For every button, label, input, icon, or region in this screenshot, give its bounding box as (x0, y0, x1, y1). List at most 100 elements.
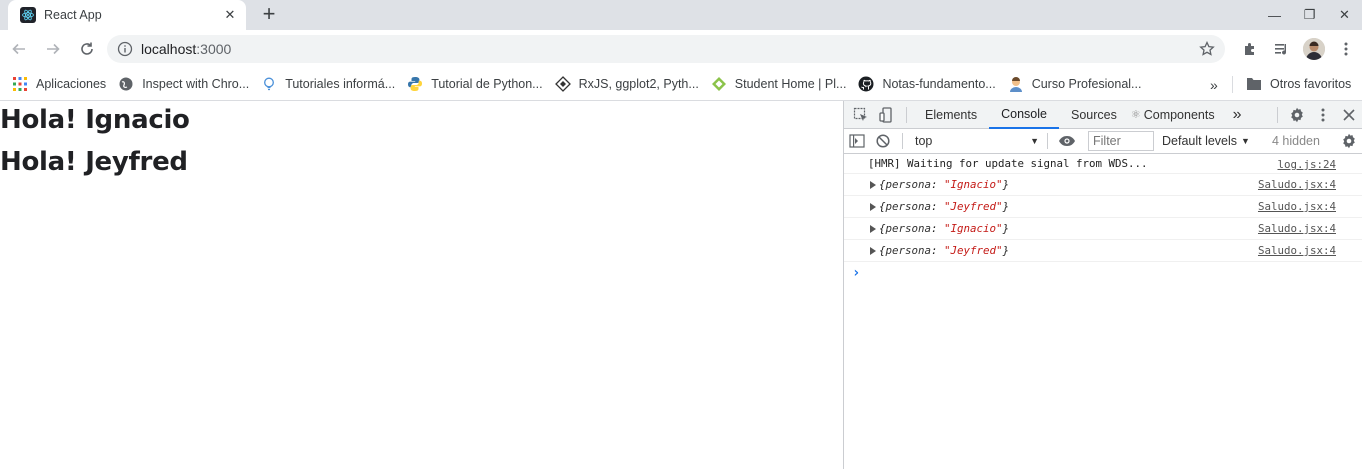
console-filter-input[interactable]: Filter (1088, 131, 1154, 151)
object-key: persona (885, 244, 932, 257)
devtools-tabbar: Elements Console Sources ⚛ Components » (844, 101, 1362, 129)
context-selector[interactable]: top ▼ (911, 131, 1041, 151)
close-icon (1343, 109, 1355, 121)
object-value: "Jeyfred" (944, 200, 1003, 213)
prompt-caret-icon: › (852, 265, 861, 281)
close-window-button[interactable]: ✕ (1327, 0, 1362, 30)
profile-button[interactable] (1298, 34, 1330, 64)
object-preview: {persona: "Jeyfred"} (879, 244, 1010, 257)
filter-placeholder: Filter (1093, 134, 1121, 148)
window-controls: — ❐ ✕ (1257, 0, 1362, 30)
object-preview: {persona: "Jeyfred"} (879, 200, 1010, 213)
device-icon (879, 106, 892, 123)
bookmarks-bar: Aplicaciones Inspect with Chro... Tutori… (0, 68, 1362, 101)
caret-down-icon: ▼ (1030, 136, 1039, 146)
media-control-button[interactable] (1266, 34, 1298, 64)
object-preview: {persona: "Ignacio"} (879, 222, 1010, 235)
console-message[interactable]: {persona: "Ignacio"} Saludo.jsx:4 (844, 174, 1362, 196)
browser-menu-button[interactable] (1330, 34, 1362, 64)
console-toolbar: top ▼ Filter Default levels ▼ 4 hidden (844, 129, 1362, 154)
devtools-right-controls (1271, 101, 1362, 129)
console-message[interactable]: {persona: "Jeyfred"} Saludo.jsx:4 (844, 240, 1362, 262)
object-key: persona (885, 222, 932, 235)
url-host: localhost (141, 41, 197, 57)
bookmark-student-home[interactable]: Student Home | Pl... (705, 70, 853, 98)
close-devtools-button[interactable] (1336, 101, 1362, 129)
sidebar-toggle-icon (849, 134, 865, 148)
url-port: :3000 (196, 41, 232, 57)
live-expression-button[interactable] (1054, 127, 1080, 155)
toolbar-right (1234, 34, 1362, 64)
hidden-messages-count: 4 hidden (1271, 134, 1320, 148)
bookmark-star-icon[interactable] (1199, 41, 1215, 57)
expand-triangle-icon[interactable] (870, 203, 876, 211)
bookmark-notas[interactable]: Notas-fundamento... (852, 70, 1001, 98)
reload-button[interactable] (72, 34, 102, 64)
forward-button[interactable] (38, 34, 68, 64)
browser-tab[interactable]: React App ✕ (8, 0, 246, 30)
tab-sources[interactable]: Sources (1059, 101, 1129, 129)
expand-triangle-icon[interactable] (870, 181, 876, 189)
devtools-menu-button[interactable] (1310, 101, 1336, 129)
log-levels-dropdown[interactable]: Default levels ▼ (1162, 134, 1250, 148)
browser-toolbar: localhost:3000 (0, 30, 1362, 68)
new-tab-button[interactable]: + (258, 3, 280, 26)
bookmark-python[interactable]: Tutorial de Python... (401, 70, 548, 98)
bookmark-label: Tutorial de Python... (431, 77, 543, 91)
tab-elements[interactable]: Elements (913, 101, 989, 129)
github-icon (858, 76, 874, 92)
restore-button[interactable]: ❐ (1292, 0, 1327, 30)
source-link[interactable]: Saludo.jsx:4 (1258, 222, 1336, 235)
bookmark-label: Student Home | Pl... (734, 77, 847, 91)
console-sidebar-button[interactable] (844, 127, 870, 155)
arrow-left-icon (12, 43, 25, 55)
react-components-icon: ⚛ (1130, 109, 1141, 121)
tab-console[interactable]: Console (989, 101, 1059, 129)
source-link[interactable]: Saludo.jsx:4 (1258, 244, 1336, 257)
more-tabs-button[interactable]: » (1227, 101, 1248, 129)
gear-icon (1291, 107, 1303, 123)
greeting-heading: Hola! Jeyfred (0, 147, 188, 177)
close-tab-icon[interactable]: ✕ (222, 7, 238, 23)
bookmark-label: Tutoriales informá... (285, 77, 396, 91)
greeting-heading: Hola! Ignacio (0, 105, 190, 135)
console-prompt[interactable]: › (844, 262, 1362, 284)
info-icon[interactable] (117, 41, 133, 57)
bookmark-rxjs[interactable]: RxJS, ggplot2, Pyth... (549, 70, 705, 98)
clear-console-button[interactable] (870, 127, 896, 155)
bookmark-inspect[interactable]: Inspect with Chro... (112, 70, 255, 98)
console-message[interactable]: {persona: "Jeyfred"} Saludo.jsx:4 (844, 196, 1362, 218)
address-bar[interactable]: localhost:3000 (107, 35, 1225, 63)
tab-title: React App (44, 8, 102, 22)
extensions-button[interactable] (1234, 34, 1266, 64)
bookmark-label: Aplicaciones (36, 77, 107, 91)
source-link[interactable]: Saludo.jsx:4 (1258, 200, 1336, 213)
expand-triangle-icon[interactable] (870, 247, 876, 255)
object-value: "Jeyfred" (944, 244, 1003, 257)
minimize-button[interactable]: — (1257, 0, 1292, 30)
arrow-right-icon (47, 43, 60, 55)
react-logo-icon (20, 7, 36, 23)
other-bookmarks-folder[interactable]: Otros favoritos (1240, 70, 1357, 98)
tab-components[interactable]: ⚛ Components (1129, 101, 1227, 129)
bookmark-curso[interactable]: Curso Profesional... (1002, 70, 1148, 98)
back-button[interactable] (4, 34, 34, 64)
settings-button[interactable] (1284, 101, 1310, 129)
inspect-element-button[interactable] (848, 101, 874, 129)
console-settings-button[interactable] (1336, 127, 1362, 155)
source-link[interactable]: log.js:24 (1277, 158, 1336, 171)
puzzle-icon (1245, 43, 1254, 55)
apps-grid-icon (12, 76, 28, 92)
bookmark-tutoriales[interactable]: Tutoriales informá... (255, 70, 401, 98)
source-link[interactable]: Saludo.jsx:4 (1258, 178, 1336, 191)
bookmark-apps[interactable]: Aplicaciones (6, 70, 112, 98)
object-value: "Ignacio" (944, 178, 1003, 191)
kebab-menu-icon (1344, 42, 1348, 56)
console-message-text: [HMR] Waiting for update signal from WDS… (868, 157, 1148, 170)
expand-triangle-icon[interactable] (870, 225, 876, 233)
object-value: "Ignacio" (944, 222, 1003, 235)
more-bookmarks-button[interactable]: » (1210, 68, 1218, 101)
bulb-icon (261, 76, 277, 92)
device-toolbar-button[interactable] (874, 101, 900, 129)
console-message[interactable]: {persona: "Ignacio"} Saludo.jsx:4 (844, 218, 1362, 240)
